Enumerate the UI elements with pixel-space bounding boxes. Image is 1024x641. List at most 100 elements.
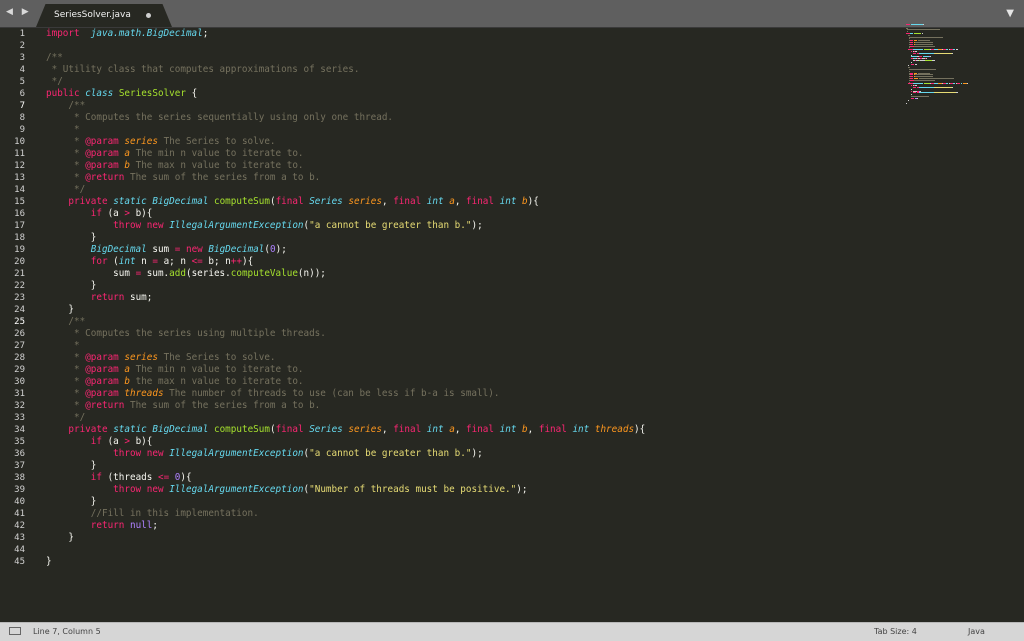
code-token: , xyxy=(454,424,467,435)
tab-bar: ◀ ▶ SeriesSolver.java ▼ xyxy=(0,0,1024,28)
line-number: 12 xyxy=(14,161,25,171)
code-token: "a cannot be greater than b." xyxy=(309,448,472,459)
line-number-gutter[interactable]: 1 2 3 4 5 6 7 8 9 10 11 12 13 14 15 16 17 18 19 20 21 22 23 24 2… xyxy=(0,27,40,621)
code-token: @param xyxy=(85,136,119,147)
code-token: throw xyxy=(113,448,142,459)
code-token: The min n value to iterate to. xyxy=(130,148,304,159)
code-line: * @param series The Series to solve. xyxy=(46,352,276,364)
line-number: 13 xyxy=(14,173,25,183)
code-line: * @param a The min n value to iterate to… xyxy=(46,148,304,160)
line-number: 43 xyxy=(14,533,25,543)
code-token: IllegalArgumentException xyxy=(169,220,304,231)
code-token: , xyxy=(381,196,394,207)
code-token: * Utility class that computes approximat… xyxy=(46,64,360,75)
code-line: if (a > b){ xyxy=(46,436,153,448)
panel-toggle-icon[interactable] xyxy=(9,627,21,635)
code-line: return sum; xyxy=(46,292,153,304)
code-token: b; n xyxy=(202,256,231,267)
code-line: for (int n = a; n <= b; n++){ xyxy=(46,256,253,268)
line-number: 41 xyxy=(14,509,25,519)
code-editor[interactable]: import java.math.BigDecimal; /** * Utilit… xyxy=(46,27,886,621)
line-number: 20 xyxy=(14,257,25,267)
code-line: * @param threads The number of threads t… xyxy=(46,388,499,400)
code-token: ); xyxy=(516,484,528,495)
code-token: static xyxy=(113,196,147,207)
code-token: * xyxy=(46,352,86,363)
code-line: * Utility class that computes approximat… xyxy=(46,64,360,76)
minimap[interactable] xyxy=(906,24,996,108)
code-token: int xyxy=(118,256,136,267)
line-number: 16 xyxy=(14,209,25,219)
code-token: for xyxy=(90,256,108,267)
code-token: <= xyxy=(191,256,203,267)
minimap-stroke xyxy=(919,92,934,94)
code-token: throw xyxy=(113,220,142,231)
code-token: class xyxy=(85,88,114,99)
code-line: private static BigDecimal computeSum(fin… xyxy=(46,424,645,436)
code-token: @param xyxy=(85,376,119,387)
minimap-stroke xyxy=(934,49,938,51)
line-number: 2 xyxy=(19,41,25,51)
minimap-stroke xyxy=(921,33,923,34)
code-token: if xyxy=(90,208,102,219)
minimap-stroke xyxy=(956,49,958,51)
code-token: * xyxy=(46,148,86,159)
minimap-stroke xyxy=(934,52,952,54)
code-token: Series xyxy=(309,196,343,207)
status-bar: Line 7, Column 5 Tab Size: 4 Java xyxy=(0,622,1024,641)
code-line: * xyxy=(46,340,80,352)
tab-menu-chevron-down-icon[interactable]: ▼ xyxy=(1006,8,1014,19)
minimap-stroke xyxy=(909,45,914,47)
code-token: "a cannot be greater than b." xyxy=(309,220,472,231)
code-token: /** xyxy=(46,52,63,63)
minimap-stroke xyxy=(949,49,953,51)
code-token: return xyxy=(90,520,125,531)
code-token: ); xyxy=(471,220,483,231)
line-number: 36 xyxy=(14,449,25,459)
line-number: 19 xyxy=(14,245,25,255)
minimap-stroke xyxy=(909,36,944,38)
code-token: sum xyxy=(46,268,136,279)
code-token: null xyxy=(129,520,153,531)
minimap-stroke xyxy=(906,24,910,25)
code-token: @param xyxy=(85,388,119,399)
minimap-stroke xyxy=(910,24,923,25)
code-line: throw new IllegalArgumentException("a ca… xyxy=(46,448,483,460)
line-number: 24 xyxy=(14,305,25,315)
code-token: @param xyxy=(85,160,119,171)
code-line: //Fill in this implementation. xyxy=(46,508,259,520)
code-token: @return xyxy=(85,172,125,183)
code-token: * Computes the series sequentially using… xyxy=(46,112,394,123)
syntax-language[interactable]: Java xyxy=(968,627,985,636)
line-number: 33 xyxy=(14,413,25,423)
code-token: The Series to solve. xyxy=(157,136,276,147)
code-line: } xyxy=(46,460,97,472)
code-line: throw new IllegalArgumentException("Numb… xyxy=(46,484,527,496)
code-line: } xyxy=(46,496,97,508)
code-token: (n)); xyxy=(297,268,326,279)
code-line: */ xyxy=(46,76,63,88)
code-line: * @param b The max n value to iterate to… xyxy=(46,160,304,172)
code-token: , xyxy=(381,424,394,435)
code-token: ++ xyxy=(230,256,242,267)
code-token: The Series to solve. xyxy=(157,352,276,363)
line-number: 37 xyxy=(14,461,25,471)
minimap-stroke xyxy=(934,92,957,94)
code-token: public xyxy=(46,88,80,99)
tab-series-solver[interactable]: SeriesSolver.java xyxy=(36,4,172,27)
unsaved-dot-icon[interactable] xyxy=(146,13,151,18)
code-token: { xyxy=(185,88,198,99)
code-token: IllegalArgumentException xyxy=(169,484,304,495)
minimap-stroke xyxy=(913,52,917,54)
tab-size[interactable]: Tab Size: 4 xyxy=(874,627,917,636)
tab-nav-arrows-icon[interactable]: ◀ ▶ xyxy=(6,7,32,21)
code-token: computeSum xyxy=(213,424,270,435)
cursor-position[interactable]: Line 7, Column 5 xyxy=(33,627,101,636)
